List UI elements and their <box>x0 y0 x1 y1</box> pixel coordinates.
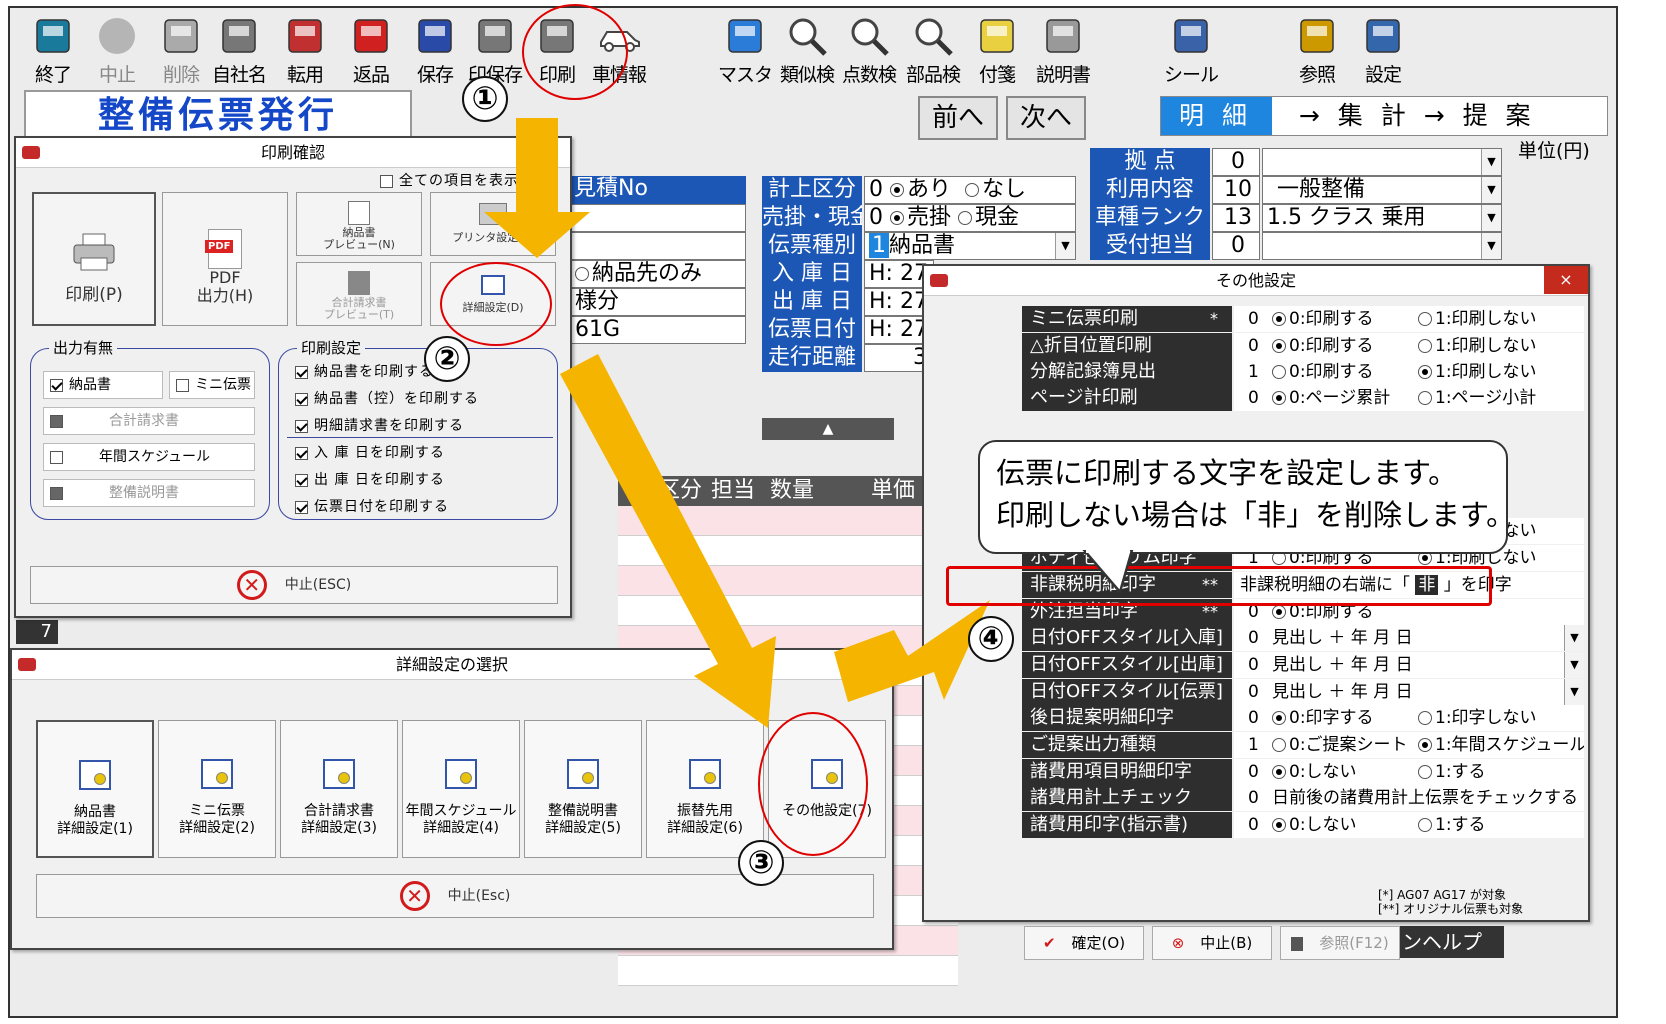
highlight-hikazei-row <box>946 566 1492 606</box>
callout-line-2: 印刷しない場合は「非」を削除します。 <box>996 498 1516 532</box>
callout-line-1: 伝票に印刷する文字を設定します。 <box>996 456 1458 490</box>
guide-arrows <box>484 118 990 728</box>
step-4-marker: ④ <box>968 616 1014 662</box>
arrow-2 <box>560 354 776 728</box>
arrow-1 <box>484 118 590 258</box>
step-3-marker: ③ <box>738 840 784 886</box>
callout-tail <box>1082 550 1134 595</box>
highlight-print <box>522 4 628 100</box>
highlight-other-setting <box>758 712 868 856</box>
highlight-detail-setting <box>440 262 552 346</box>
step-1-marker: ① <box>462 76 508 122</box>
arrow-3 <box>834 600 990 702</box>
step-2-marker: ② <box>424 336 470 382</box>
callout-balloon: 伝票に印刷する文字を設定します。 印刷しない場合は「非」を削除します。 <box>978 440 1516 554</box>
